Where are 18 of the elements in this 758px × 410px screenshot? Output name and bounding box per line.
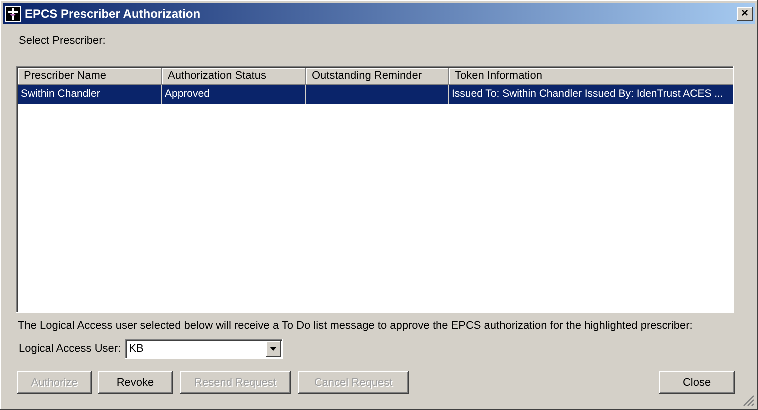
table-cell: Issued To: Swithin Chandler Issued By: IdenTrust ACES ... [452, 88, 724, 100]
logical-access-user-dropdown[interactable]: KB [125, 339, 284, 359]
column-header[interactable]: Token Information [449, 68, 733, 85]
column-header[interactable]: Authorization Status [162, 68, 306, 85]
resize-grip-icon[interactable] [743, 395, 755, 407]
table-cell: Approved [165, 88, 210, 100]
column-header[interactable]: Prescriber Name [18, 68, 162, 85]
close-dialog-button[interactable]: Close [659, 371, 735, 394]
instruction-text: The Logical Access user selected below will receive a To Do list message to approve the EPCS authorization for the highlighted prescriber: [18, 320, 694, 332]
select-prescriber-label: Select Prescriber: [19, 35, 107, 49]
table-cell: Swithin Chandler [21, 88, 100, 100]
window-title: EPCS Prescriber Authorization [25, 6, 202, 20]
column-header[interactable]: Outstanding Reminder [306, 68, 449, 85]
cross-icon [5, 6, 21, 22]
action-button[interactable]: Revoke [98, 371, 173, 394]
logical-access-user-label: Logical Access User: [19, 343, 122, 355]
prescriber-row[interactable]: Swithin Chandler Approved Issued To: Swithin Chandler Issued By: IdenTrust ACES ... [18, 85, 733, 104]
close-button[interactable]: × [737, 6, 753, 20]
